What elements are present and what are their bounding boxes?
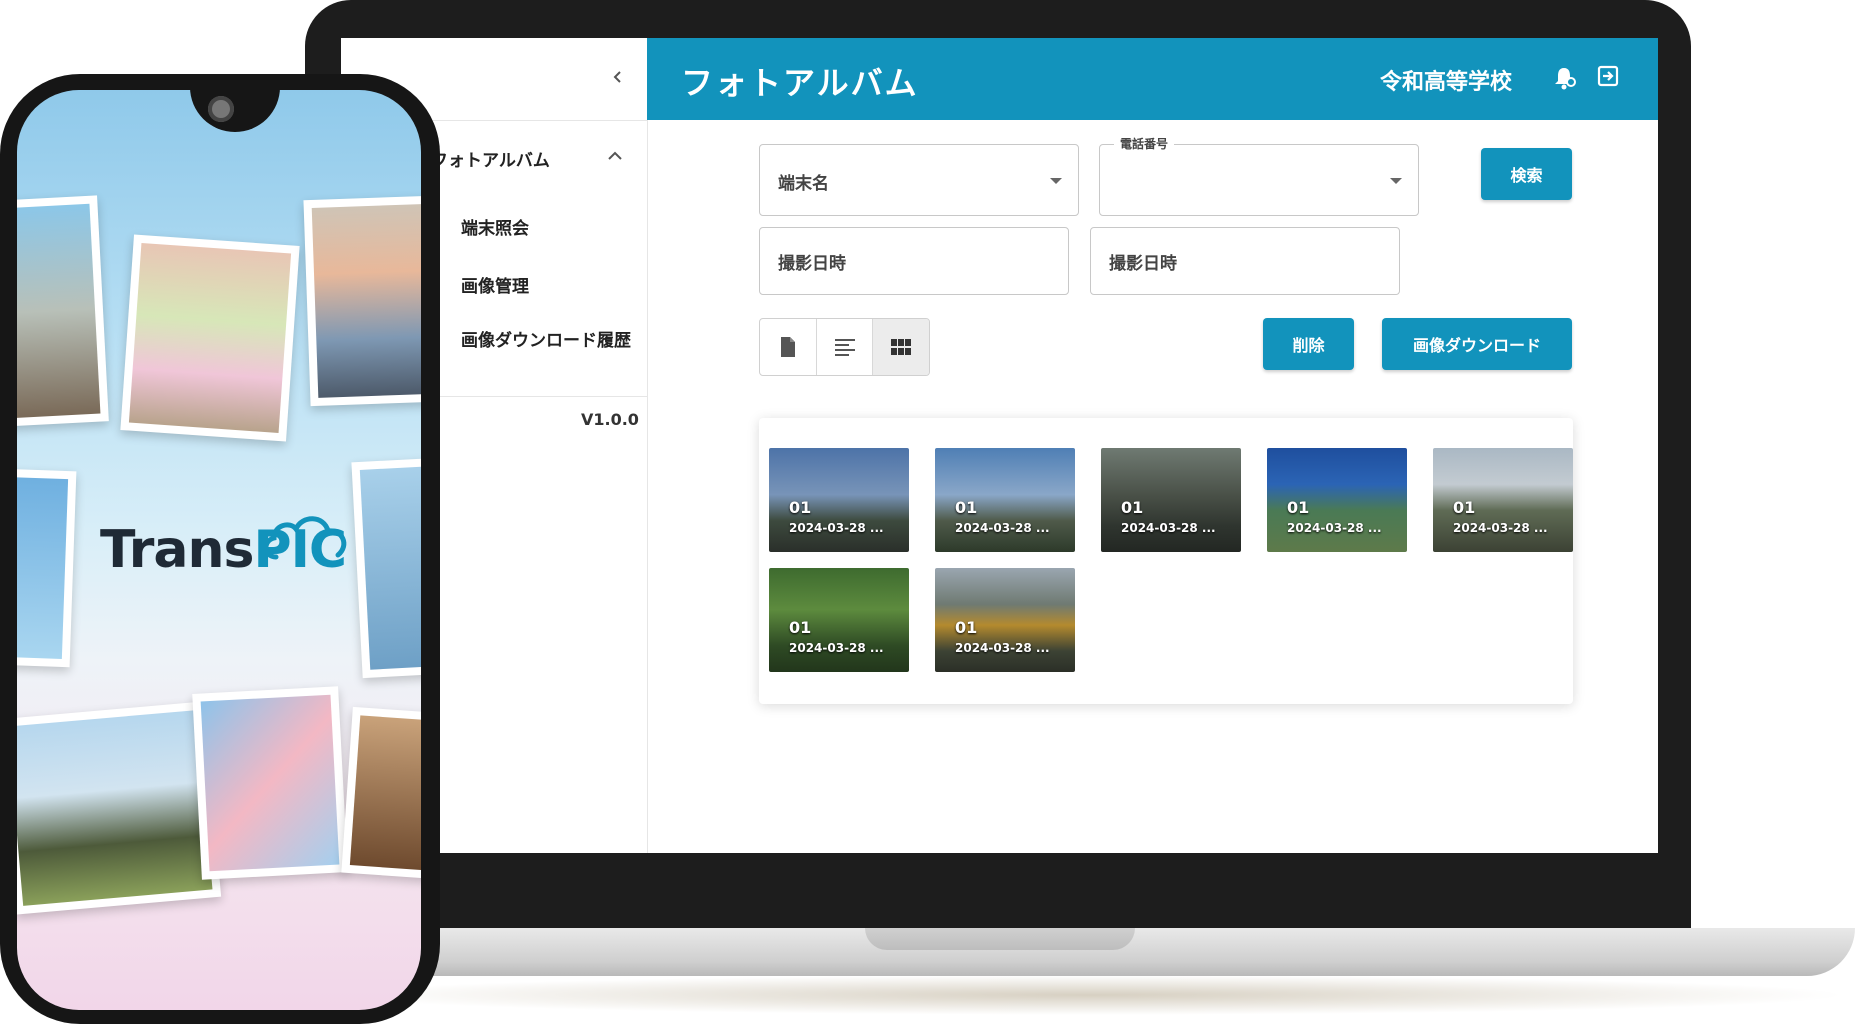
view-list-button[interactable] — [817, 319, 874, 375]
gallery-item-date: 2024-03-28 ... — [1453, 521, 1548, 535]
collage-photo-coffee — [341, 706, 421, 880]
bell-icon[interactable] — [1550, 64, 1578, 92]
phone-number-select[interactable]: 電話番号 — [1099, 135, 1419, 216]
cloud-icon — [263, 516, 347, 560]
view-mode-toggle — [759, 318, 930, 376]
gallery-item-number: 01 — [955, 498, 978, 517]
gallery-item[interactable]: 01 2024-03-28 ... — [1101, 448, 1241, 552]
chevron-left-icon — [613, 71, 621, 83]
terminal-name-placeholder: 端末名 — [778, 174, 829, 194]
sidebar-item-image-management[interactable]: 画像管理 — [461, 272, 529, 297]
collage-photo-person — [303, 195, 421, 407]
version-label: V1.0.0 — [581, 410, 639, 429]
logout-icon[interactable] — [1594, 62, 1622, 90]
sidebar-item-terminal-inquiry[interactable]: 端末照会 — [461, 214, 529, 239]
view-grid-button[interactable] — [873, 319, 929, 375]
gallery-item-date: 2024-03-28 ... — [789, 521, 884, 535]
gallery-item-number: 01 — [1453, 498, 1476, 517]
gallery-item-date: 2024-03-28 ... — [1121, 521, 1216, 535]
gallery-item[interactable]: 01 2024-03-28 ... — [935, 568, 1075, 672]
gallery-item-date: 2024-03-28 ... — [1287, 521, 1382, 535]
camera-icon — [208, 96, 234, 122]
logo-text-trans: Trans — [100, 520, 254, 580]
shot-date-to-input[interactable]: 撮影日時 — [1090, 227, 1400, 295]
gallery-item-date: 2024-03-28 ... — [955, 641, 1050, 655]
gallery-item-number: 01 — [955, 618, 978, 637]
gallery-item-number: 01 — [789, 498, 812, 517]
collage-photo-friends — [17, 701, 222, 915]
page-title: フォトアルバム — [681, 64, 919, 102]
gallery-item-date: 2024-03-28 ... — [789, 641, 884, 655]
caret-down-icon — [1050, 178, 1062, 184]
search-button[interactable]: 検索 — [1481, 148, 1572, 200]
gallery-item[interactable]: 01 2024-03-28 ... — [769, 448, 909, 552]
shot-date-from-placeholder: 撮影日時 — [778, 254, 846, 274]
view-file-button[interactable] — [760, 319, 817, 375]
collage-photo-icecream — [120, 234, 300, 442]
list-icon — [834, 339, 855, 356]
image-download-button[interactable]: 画像ダウンロード — [1382, 318, 1572, 370]
shot-date-from-input[interactable]: 撮影日時 — [759, 227, 1069, 295]
gallery-item[interactable]: 01 2024-03-28 ... — [935, 448, 1075, 552]
school-name: 令和高等学校 — [1380, 70, 1513, 95]
gallery-item-date: 2024-03-28 ... — [955, 521, 1050, 535]
laptop-shadow — [330, 975, 1850, 1015]
gallery-item-number: 01 — [1121, 498, 1144, 517]
caret-down-icon — [1390, 178, 1402, 184]
collage-photo-cat — [17, 195, 109, 427]
laptop-screen: フォトアルバム 端末照会 画像管理 画像ダウンロード履歴 V1.0.0 フォトア… — [341, 38, 1658, 853]
app-header: フォトアルバム 令和高等学校 — [647, 38, 1658, 120]
gallery-item[interactable]: 01 2024-03-28 ... — [1267, 448, 1407, 552]
grid-icon — [891, 339, 912, 355]
chevron-up-icon[interactable] — [603, 144, 627, 168]
sidebar-item-download-history[interactable]: 画像ダウンロード履歴 — [461, 328, 636, 354]
delete-button[interactable]: 削除 — [1263, 318, 1354, 370]
gallery-item-number: 01 — [1287, 498, 1310, 517]
gallery-item[interactable]: 01 2024-03-28 ... — [1433, 448, 1573, 552]
file-icon — [780, 337, 795, 357]
collapse-sidebar-button[interactable] — [603, 62, 633, 92]
gallery-item-number: 01 — [789, 618, 812, 637]
collage-photo-left — [17, 468, 77, 668]
gallery-item[interactable]: 01 2024-03-28 ... — [769, 568, 909, 672]
sidebar-group-photo-album[interactable]: フォトアルバム — [431, 146, 550, 171]
terminal-name-select[interactable]: 端末名 — [759, 144, 1079, 216]
collage-photo-blossom — [192, 686, 348, 880]
laptop-notch — [865, 928, 1135, 950]
collage-photo-right — [351, 457, 421, 679]
photo-gallery: 01 2024-03-28 ... 01 2024-03-28 ... 01 2… — [759, 418, 1573, 704]
shot-date-to-placeholder: 撮影日時 — [1109, 254, 1177, 274]
phone-number-label: 電話番号 — [1114, 135, 1175, 152]
